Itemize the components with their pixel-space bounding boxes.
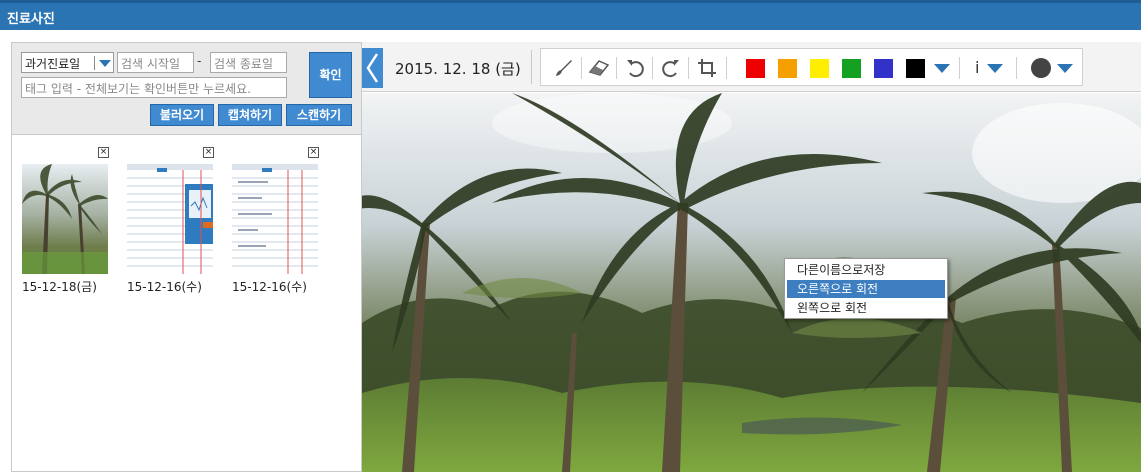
rotate-right-menu-item[interactable]: 오른쪽으로 회전 [787, 280, 945, 298]
color-swatch-blue[interactable] [874, 59, 893, 78]
chevron-down-icon[interactable] [987, 64, 1003, 73]
load-button[interactable]: 불러오기 [150, 104, 214, 126]
close-icon[interactable]: × [203, 147, 214, 158]
thumbnail-label: 15-12-16(수) [127, 280, 202, 294]
confirm-button[interactable]: 확인 [309, 52, 352, 98]
brush-size-icon[interactable] [1031, 58, 1051, 78]
undo-icon[interactable] [623, 56, 647, 80]
color-swatch-orange[interactable] [778, 59, 797, 78]
viewer-toolbar: 2015. 12. 18 (금) i [362, 42, 1141, 92]
tool-divider [581, 57, 582, 79]
chevron-left-icon [366, 53, 379, 83]
brush-icon[interactable] [552, 56, 576, 80]
chevron-down-icon[interactable] [1057, 64, 1073, 73]
window-title: 진료사진 [7, 12, 55, 27]
photo-canvas[interactable] [362, 93, 1141, 472]
color-swatch-yellow[interactable] [810, 59, 829, 78]
color-swatch-red[interactable] [746, 59, 765, 78]
thumbnail-label: 15-12-18(금) [22, 280, 97, 294]
chevron-down-icon[interactable] [99, 60, 111, 67]
toolbar-divider [531, 50, 532, 84]
rotate-left-menu-item[interactable]: 왼쪽으로 회전 [787, 299, 945, 317]
thumbnail-image[interactable] [22, 164, 108, 274]
crop-icon[interactable] [695, 56, 719, 80]
redo-icon[interactable] [659, 56, 683, 80]
close-icon[interactable]: × [308, 147, 319, 158]
drawing-tools: i [540, 48, 1083, 86]
tool-divider [616, 57, 617, 79]
close-icon[interactable]: × [98, 147, 109, 158]
thumbnail-item[interactable]: × 15-12-16(수) [232, 147, 319, 294]
tool-divider [1016, 57, 1017, 79]
line-width-icon[interactable]: i [975, 58, 979, 77]
end-date-input[interactable]: 검색 종료일 [210, 52, 287, 73]
left-panel: 과거진료일 검색 시작일 - 검색 종료일 태그 입력 - 전체보기는 확인버튼… [11, 42, 362, 472]
thumbnail-image[interactable] [127, 164, 213, 274]
tool-divider [726, 57, 727, 79]
title-bar: 진료사진 [0, 0, 1141, 30]
thumbnail-image[interactable] [232, 164, 318, 274]
tool-divider [959, 57, 960, 79]
date-type-select[interactable]: 과거진료일 [21, 52, 114, 73]
start-date-input[interactable]: 검색 시작일 [117, 52, 194, 73]
capture-button[interactable]: 캡쳐하기 [218, 104, 282, 126]
tool-divider [688, 57, 689, 79]
eraser-icon[interactable] [587, 56, 611, 80]
select-separator [94, 56, 95, 70]
range-separator: - [197, 54, 202, 68]
viewer-panel: 2015. 12. 18 (금) i [362, 42, 1141, 472]
save-as-menu-item[interactable]: 다른이름으로저장 [787, 261, 945, 279]
tool-divider [652, 57, 653, 79]
date-type-value: 과거진료일 [25, 57, 81, 71]
color-swatch-green[interactable] [842, 59, 861, 78]
search-panel: 과거진료일 검색 시작일 - 검색 종료일 태그 입력 - 전체보기는 확인버튼… [12, 43, 361, 135]
thumbnail-label: 15-12-16(수) [232, 280, 307, 294]
collapse-panel-button[interactable] [362, 48, 383, 88]
thumbnail-item[interactable]: × 15-12-18(금) [22, 147, 109, 294]
photo-date: 2015. 12. 18 (금) [395, 60, 521, 78]
context-menu: 다른이름으로저장 오른쪽으로 회전 왼쪽으로 회전 [784, 258, 948, 319]
chevron-down-icon[interactable] [934, 64, 950, 73]
scan-button[interactable]: 스캔하기 [286, 104, 352, 126]
palm-photo [362, 93, 1141, 472]
tag-input[interactable]: 태그 입력 - 전체보기는 확인버튼만 누르세요. [21, 77, 287, 98]
color-swatch-black[interactable] [906, 59, 925, 78]
thumbnail-item[interactable]: × 15-12-16(수) [127, 147, 214, 294]
